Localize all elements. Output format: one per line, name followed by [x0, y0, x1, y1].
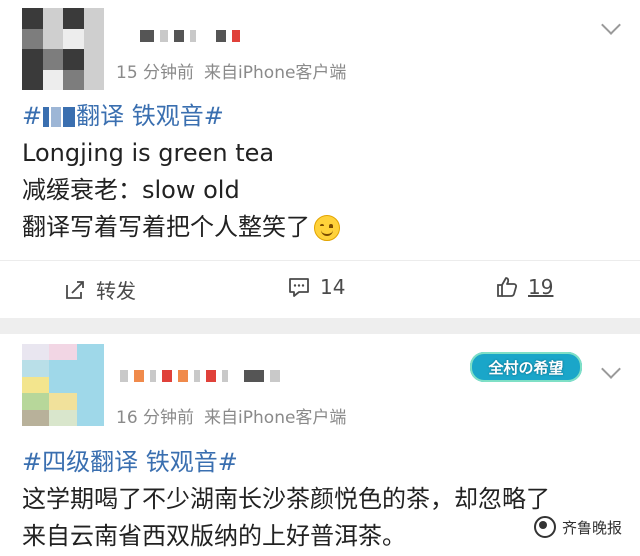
action-bar: 转发 14 19: [0, 260, 640, 317]
comment-count: 14: [320, 275, 346, 299]
post-source[interactable]: 来自iPhone客户端: [204, 63, 346, 83]
post-line: Longjing is green tea: [22, 139, 275, 167]
username-redacted[interactable]: [140, 30, 240, 42]
post-line: 这学期喝了不少湖南长沙茶颜悦色的茶，却忽略了: [22, 485, 550, 513]
like-button[interactable]: 19: [496, 275, 553, 299]
repost-button[interactable]: 转发: [64, 275, 136, 304]
avatar[interactable]: [22, 344, 104, 426]
comment-button[interactable]: 14: [288, 275, 345, 299]
wechat-icon: [533, 516, 556, 538]
post-time: 16 分钟前: [116, 408, 195, 428]
post-source[interactable]: 来自iPhone客户端: [204, 408, 346, 428]
watermark-label: 齐鲁晚报: [561, 518, 622, 537]
post-meta: 15 分钟前 来自iPhone客户端: [116, 58, 346, 83]
chevron-down-icon[interactable]: [601, 15, 621, 35]
comment-icon: [289, 278, 309, 297]
topic-hashtag[interactable]: #四级翻译 铁观音#: [22, 444, 620, 481]
avatar[interactable]: [22, 8, 104, 90]
watermark: 齐鲁晚报: [533, 516, 622, 538]
like-count: 19: [528, 275, 554, 299]
repost-label: 转发: [96, 279, 136, 303]
weibo-post-1: 15 分钟前 来自iPhone客户端 # 翻译 铁观音# Longjing is g…: [0, 0, 640, 318]
post-line: 减缓衰老：slow old: [22, 176, 240, 204]
username-redacted[interactable]: [120, 370, 280, 382]
user-badge[interactable]: 全村の希望: [470, 352, 582, 382]
post-meta: 16 分钟前 来自iPhone客户端: [116, 403, 346, 428]
weibo-post-2: 全村の希望 16 分钟前 来自iPhone客户端 #四级翻译 铁观音# 这学期喝了…: [0, 334, 640, 556]
post-body: # 翻译 铁观音# Longjing is green tea 减缓衰老：slow…: [22, 98, 620, 246]
thumbs-up-icon: [497, 277, 518, 297]
smile-emoji-icon: [314, 215, 340, 241]
post-body: #四级翻译 铁观音# 这学期喝了不少湖南长沙茶颜悦色的茶，却忽略了 来自云南省西…: [22, 444, 620, 555]
share-icon: [66, 280, 84, 299]
topic-hashtag[interactable]: # 翻译 铁观音#: [22, 98, 620, 135]
post-separator: [0, 318, 640, 334]
post-time: 15 分钟前: [116, 63, 195, 83]
post-line: 翻译写着写着把个人整笑了: [22, 209, 620, 246]
post-line: 来自云南省西双版纳的上好普洱茶。: [22, 522, 406, 550]
chevron-down-icon[interactable]: [601, 359, 621, 379]
